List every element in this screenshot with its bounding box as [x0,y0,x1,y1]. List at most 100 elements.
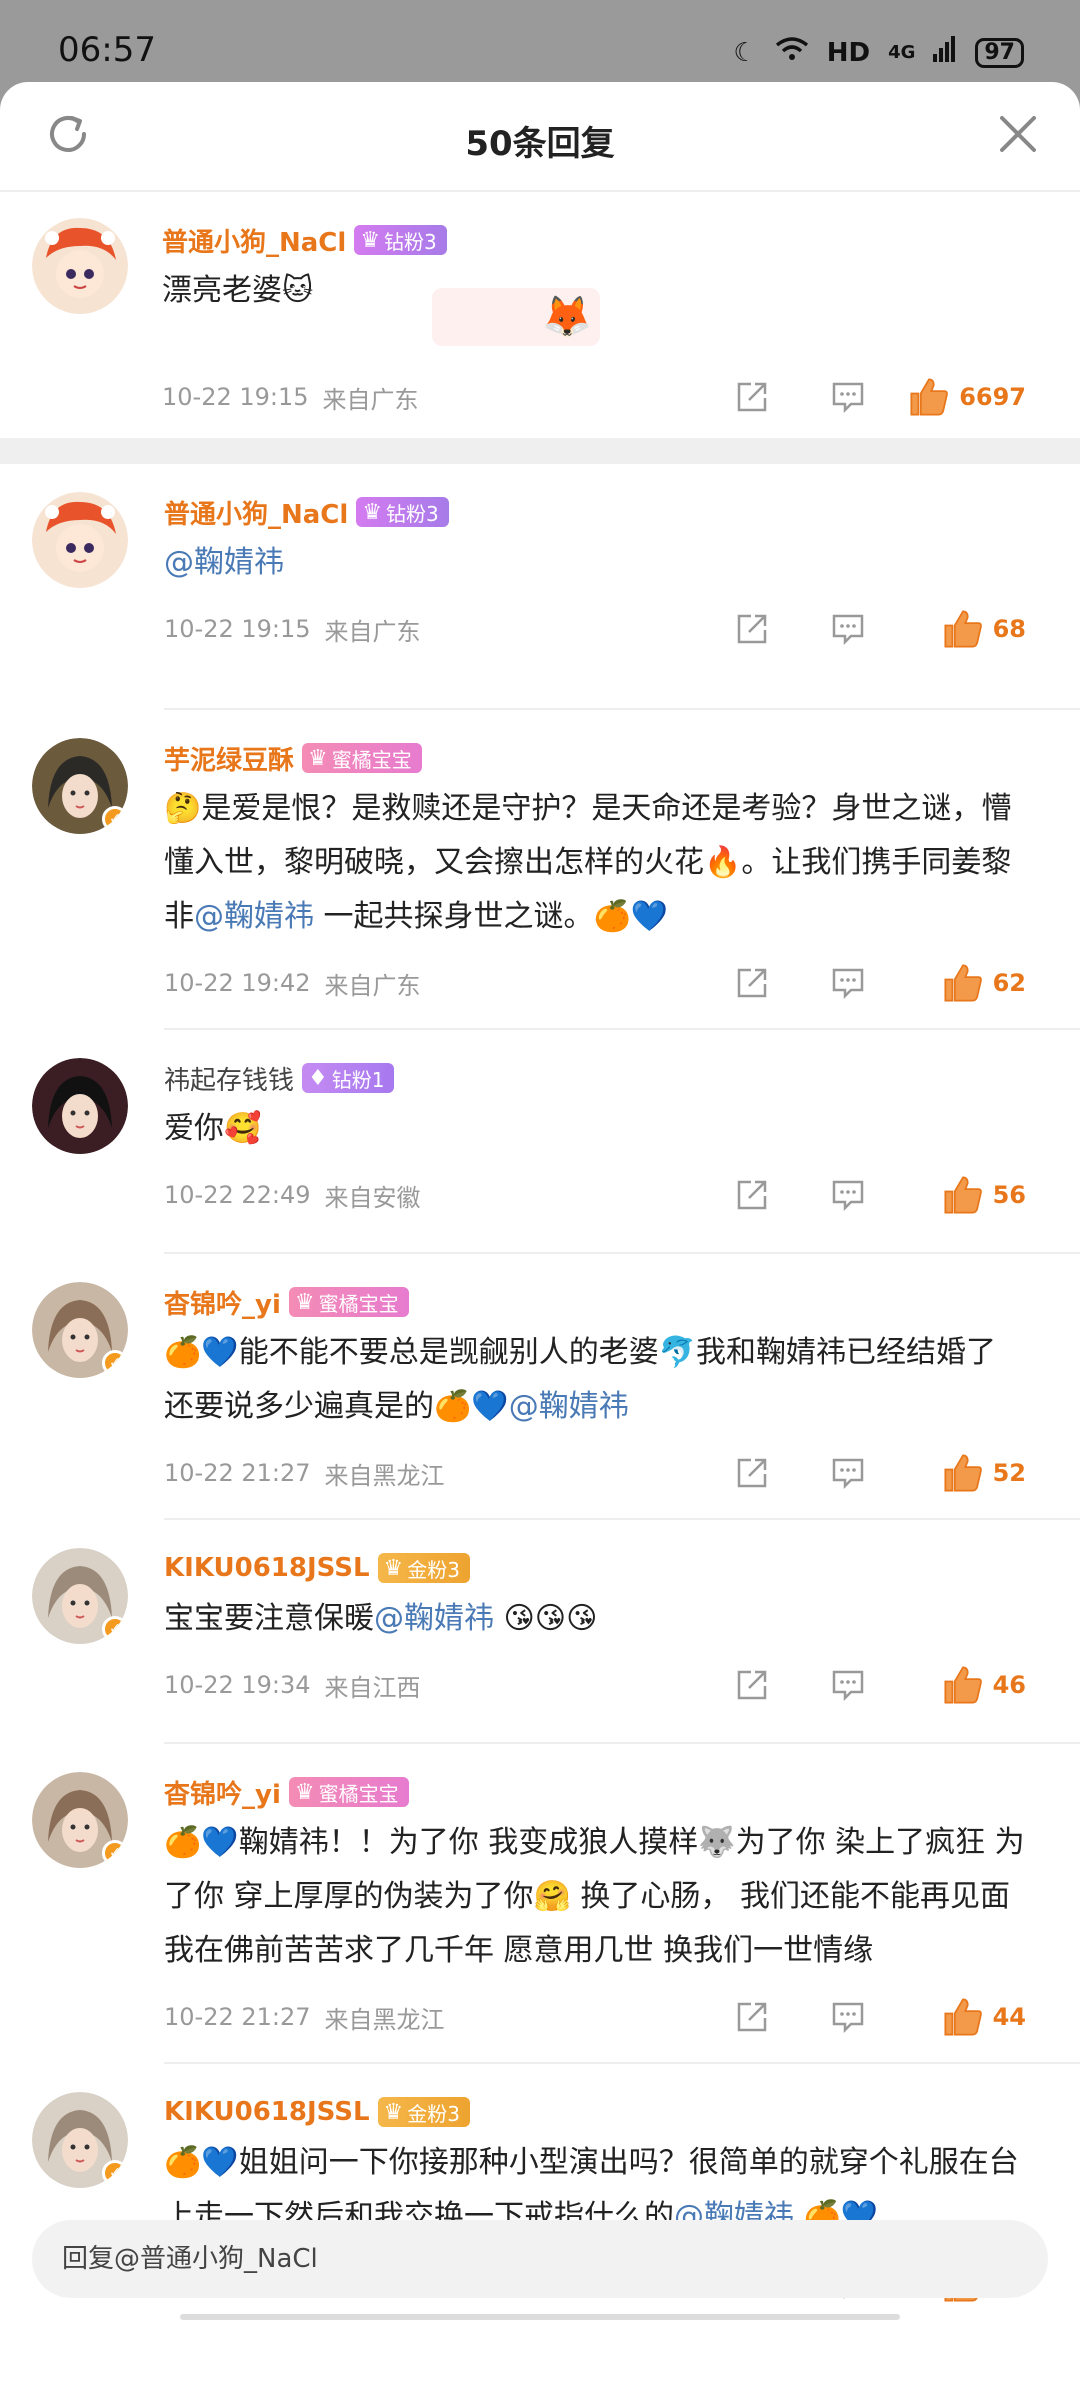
mention-link[interactable]: @鞠婧祎 [194,899,314,934]
avatar[interactable]: ✓ [32,738,128,834]
reply-list: 普通小狗_NaCl ♛ 钻粉3 @鞠婧祎 10-22 19:15 来自广东 68 ✓ 芋泥绿豆酥… [0,464,1080,2328]
avatar[interactable]: ✓ [32,2092,128,2188]
username[interactable]: KIKU0618JSSL [164,1553,370,1583]
verified-badge-icon: ✓ [102,1350,128,1376]
verified-badge-icon: ✓ [102,1840,128,1866]
fan-badge-label: 蜜橘宝宝 [331,747,412,772]
fan-badge: ♛ 蜜橘宝宝 [302,743,422,773]
crown-icon: ♛ [383,1555,404,1581]
avatar[interactable] [32,1058,128,1154]
close-icon[interactable] [996,112,1040,156]
like-button[interactable]: 68 [896,609,1026,649]
reply-meta: 10-22 21:27 来自黑龙江 52 [164,1438,1026,1508]
like-button[interactable]: 56 [896,1175,1026,1215]
like-button[interactable]: 46 [896,1665,1026,1705]
reply-button[interactable] [800,380,896,414]
reply-item: ✓ KIKU0618JSSL ♛ 金粉3 宝宝要注意保暖@鞠婧祎 😘😘😘 10-22 19… [0,1520,1080,1742]
like-button[interactable]: 62 [896,963,1026,1003]
verified-badge-icon: ✓ [102,1616,128,1642]
diamond-icon: ♦ [308,1065,328,1091]
reply-item: ✓ 杳锦吟_yi ♛ 蜜橘宝宝 🍊💙能不能不要总是觊觎别人的老婆🐬我和鞠婧祎已经结婚了还… [0,1254,1080,1518]
reply-body: 芋泥绿豆酥 ♛ 蜜橘宝宝 🤔是爱是恨？是救赎还是守护？是天命还是考验？身世之谜，懵懂入… [164,740,1046,1018]
reply-button[interactable] [800,966,896,1000]
username[interactable]: 杳锦吟_yi [164,1284,281,1321]
reply-time: 10-22 21:27 [164,1459,311,1487]
reply-text: 🍊💙鞠婧祎！！为了你 我变成狼人摸样🐺为了你 染上了疯狂 为了你 穿上厚厚的伪装… [164,1816,1026,1978]
reply-meta: 10-22 19:15 来自广东 68 [164,594,1026,664]
like-button[interactable]: 6697 [896,377,1026,417]
replies-sheet: 50条回复 普通小狗_NaCl ♛ 钻粉3 漂亮老婆🐱 🦊 10-22 19:1… [0,82,1080,2400]
share-button[interactable] [704,966,800,1000]
reply-location: 来自江西 [324,1673,421,1702]
verified-badge-icon: ✓ [102,806,128,832]
section-gap [0,438,1080,464]
mention-link[interactable]: @鞠婧祎 [164,545,284,580]
reply-actions: 56 [704,1175,1026,1215]
name-line: 杳锦吟_yi ♛ 蜜橘宝宝 [164,1284,1026,1320]
name-line: KIKU0618JSSL ♛ 金粉3 [164,1550,1026,1586]
like-icon [944,964,982,1002]
reply-text: @鞠婧祎 [164,536,1026,590]
reply-text-segment: 宝宝要注意保暖 [164,1601,374,1636]
reply-actions: 46 [704,1665,1026,1705]
mention-link[interactable]: @鞠婧祎 [374,1601,494,1636]
username[interactable]: 普通小狗_NaCl [162,222,346,259]
sheet-header: 50条回复 [0,82,1080,192]
reply-button[interactable] [800,1456,896,1490]
reply-location: 来自安徽 [324,1183,421,1212]
fan-badge: ♛ 钻粉3 [356,497,449,527]
username[interactable]: 普通小狗_NaCl [164,494,348,531]
status-bar: 06:57 ☾ HD 4G 97 [0,0,1080,84]
username[interactable]: 杳锦吟_yi [164,1774,281,1811]
avatar[interactable]: ✓ [32,1772,128,1868]
reply-body: 杳锦吟_yi ♛ 蜜橘宝宝 🍊💙鞠婧祎！！为了你 我变成狼人摸样🐺为了你 染上了疯狂 … [164,1774,1046,2052]
fan-badge-label: 蜜橘宝宝 [318,1291,399,1316]
comment-icon [832,1670,864,1702]
reply-item: 普通小狗_NaCl ♛ 钻粉3 @鞠婧祎 10-22 19:15 来自广东 68 [0,464,1080,708]
name-line: 普通小狗_NaCl ♛ 钻粉3 [164,494,1026,530]
share-button[interactable] [704,2000,800,2034]
moon-icon: ☾ [733,37,757,68]
avatar[interactable] [32,492,128,588]
reply-meta: 10-22 22:49 来自安徽 56 [164,1160,1026,1230]
reply-location: 来自广东 [324,617,421,646]
verified-badge-icon: ✓ [102,2160,128,2186]
like-button[interactable]: 52 [896,1453,1026,1493]
fan-badge-label: 蜜橘宝宝 [318,1781,399,1806]
username[interactable]: 祎起存钱钱 [164,1060,294,1097]
share-button[interactable] [704,612,800,646]
reply-meta: 10-22 19:34 来自江西 46 [164,1650,1026,1720]
fan-badge: ♛ 钻粉3 [354,225,447,255]
reply-time: 10-22 21:27 [164,2003,311,2031]
like-count: 52 [992,1459,1026,1487]
like-button[interactable]: 44 [896,1997,1026,2037]
share-button[interactable] [704,380,800,414]
username[interactable]: KIKU0618JSSL [164,2097,370,2127]
share-button[interactable] [704,1456,800,1490]
reply-actions: 62 [704,963,1026,1003]
avatar[interactable]: ✓ [32,1282,128,1378]
share-button[interactable] [704,1178,800,1212]
username[interactable]: 芋泥绿豆酥 [164,740,294,777]
reply-actions: 68 [704,609,1026,649]
comment-icon [832,1458,864,1490]
comment-icon [832,968,864,1000]
reply-location: 来自黑龙江 [324,2005,445,2034]
avatar[interactable]: ✓ [32,1548,128,1644]
like-icon [910,378,949,416]
reply-button[interactable] [800,1178,896,1212]
avatar[interactable] [32,218,128,314]
reply-input[interactable]: 回复@普通小狗_NaCl [32,2220,1048,2298]
reply-item: ✓ 杳锦吟_yi ♛ 蜜橘宝宝 🍊💙鞠婧祎！！为了你 我变成狼人摸样🐺为了你 染上了疯狂… [0,1744,1080,2062]
reply-button[interactable] [800,2000,896,2034]
reply-item: 祎起存钱钱 ♦ 钻粉1 爱你🥰 10-22 22:49 来自安徽 56 [0,1030,1080,1252]
comment-meta: 10-22 19:15 来自广东 6697 [162,362,1026,432]
home-indicator[interactable] [180,2314,900,2320]
reply-button[interactable] [800,1668,896,1702]
mention-link[interactable]: @鞠婧祎 [509,1389,629,1424]
fan-badge-label: 钻粉3 [386,501,439,526]
fan-badge: ♛ 金粉3 [377,1553,470,1583]
share-button[interactable] [704,1668,800,1702]
reply-button[interactable] [800,612,896,646]
reply-time: 10-22 19:34 [164,1671,311,1699]
